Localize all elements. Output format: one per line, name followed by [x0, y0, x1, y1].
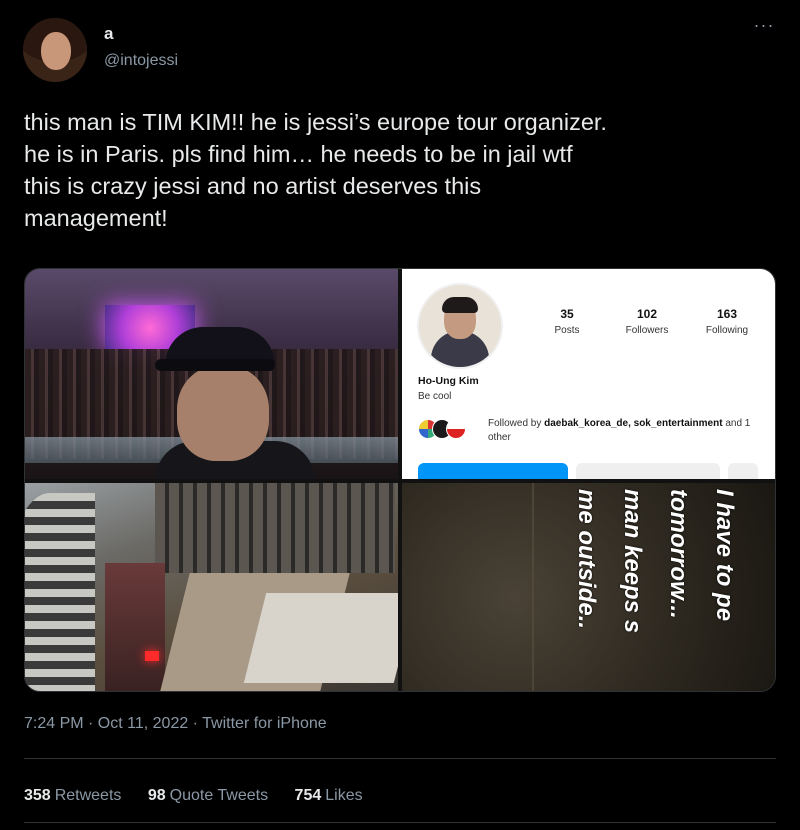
add-person-button [728, 463, 758, 479]
profile-name: Ho-Ung Kim [418, 375, 479, 387]
likes-stat[interactable]: 754 Likes [295, 787, 363, 805]
instagram-profile-screenshot[interactable]: 35 Posts 102 Followers 163 Following Ho-… [402, 269, 775, 479]
mutual-follower-avatars [418, 419, 480, 439]
followers-label: Followers [625, 325, 669, 336]
follow-back-button [418, 463, 568, 479]
rooftop [243, 593, 398, 683]
user-handle[interactable]: @intojessi [104, 52, 178, 70]
tweet-avatar[interactable] [23, 18, 87, 82]
cap-bill [155, 359, 275, 371]
retweets-stat[interactable]: 358 Retweets [24, 787, 121, 805]
media-grid[interactable]: 35 Posts 102 Followers 163 Following Ho-… [24, 268, 776, 692]
mutual-avatar-icon [446, 419, 466, 439]
following-stat: 163 Following [692, 307, 762, 336]
following-label: Following [705, 325, 749, 336]
avatar-face [41, 32, 71, 70]
more-options-icon[interactable]: ··· [752, 16, 776, 42]
profile-avatar [417, 283, 503, 369]
engagement-stats: 358 Retweets 98 Quote Tweets 754 Likes [24, 787, 385, 805]
curved-building [25, 493, 95, 691]
divider [24, 822, 776, 823]
display-name[interactable]: a [104, 24, 113, 44]
followed-by-text: Followed by daebak_korea_de, sok_enterta… [488, 418, 751, 443]
man-face [177, 365, 269, 461]
following-count: 163 [716, 307, 738, 321]
followed-by-accounts: daebak_korea_de, sok_entertainment [544, 418, 723, 429]
message-button [576, 463, 720, 479]
profile-bio: Be cool [418, 391, 452, 402]
building [155, 483, 395, 573]
posts-label: Posts [554, 325, 580, 336]
street [105, 563, 165, 691]
city-aerial-photo[interactable] [25, 483, 398, 691]
divider [24, 758, 776, 759]
story-text: I have to pe tomorrow... man keeps s me … [573, 489, 738, 634]
posts-count: 35 [560, 307, 574, 321]
followers-count: 102 [636, 307, 658, 321]
red-light [145, 651, 159, 661]
concert-selfie-photo[interactable] [25, 269, 398, 479]
tweet-timestamp[interactable]: 7:24 PM · Oct 11, 2022 · Twitter for iPh… [24, 715, 327, 733]
tweet-text: this man is TIM KIM!! he is jessi’s euro… [24, 109, 607, 231]
story-screenshot[interactable]: I have to pe tomorrow... man keeps s me … [402, 483, 775, 691]
posts-stat: 35 Posts [532, 307, 602, 336]
quote-tweets-stat[interactable]: 98 Quote Tweets [148, 787, 268, 805]
followers-stat: 102 Followers [612, 307, 682, 336]
